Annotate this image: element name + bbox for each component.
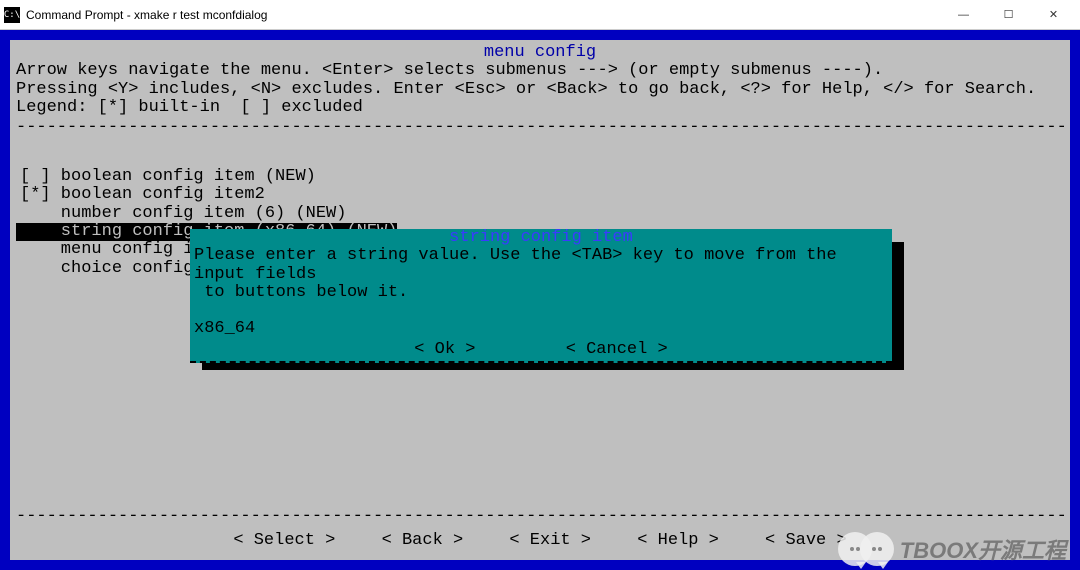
cancel-button[interactable]: < Cancel > [566,340,668,359]
menu-item[interactable]: [*] boolean config item2 [16,186,1064,204]
close-button[interactable]: ✕ [1031,0,1076,30]
ok-button[interactable]: < Ok > [414,340,475,359]
menu-panel: menu config Arrow keys navigate the menu… [10,40,1070,560]
dialog-input[interactable]: x86_64 [194,320,888,338]
minimize-button[interactable]: — [941,0,986,30]
panel-help-text: Arrow keys navigate the menu. <Enter> se… [16,62,1064,117]
menu-item[interactable]: number config item (6) (NEW) [16,205,1064,223]
box-border-bottom: ----------------------------------------… [16,508,1064,526]
window-titlebar: C:\ Command Prompt - xmake r test mconfd… [0,0,1080,30]
back-button[interactable]: < Back > [382,531,464,550]
dialog-title: string config item [194,229,888,247]
app-icon: C:\ [4,7,20,23]
wechat-icon [838,532,894,566]
console-area: menu config Arrow keys navigate the menu… [0,30,1080,570]
window-controls: — ☐ ✕ [941,0,1076,30]
input-dialog: string config item Please enter a string… [190,229,892,363]
help-button[interactable]: < Help > [637,531,719,550]
dialog-body: Please enter a string value. Use the <TA… [194,247,888,302]
window-title: Command Prompt - xmake r test mconfdialo… [26,8,941,22]
panel-title: menu config [16,44,1064,62]
exit-button[interactable]: < Exit > [509,531,591,550]
save-button[interactable]: < Save > [765,531,847,550]
menu-item[interactable]: [ ] boolean config item (NEW) [16,168,1064,186]
watermark: TBOOX开源工程 [838,532,1066,566]
select-button[interactable]: < Select > [233,531,335,550]
watermark-text: TBOOX开源工程 [900,533,1066,565]
box-border-top: ----------------------------------------… [16,119,1064,137]
maximize-button[interactable]: ☐ [986,0,1031,30]
dialog-buttons: < Ok > < Cancel > [194,341,888,359]
